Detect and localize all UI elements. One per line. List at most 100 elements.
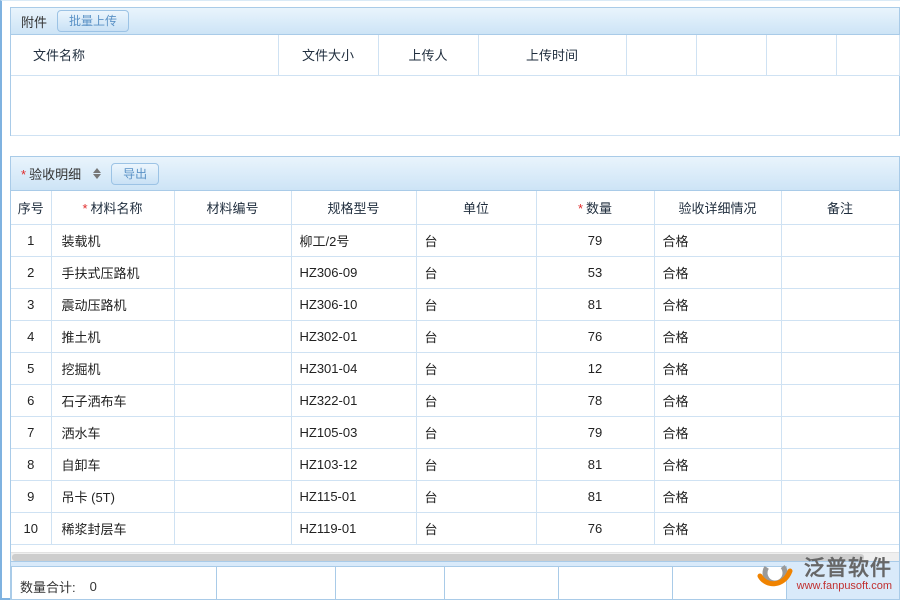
attachment-column-header: 文件大小 (278, 35, 378, 75)
sort-up-icon (93, 168, 101, 173)
cell-material-name: 装载机 (51, 224, 174, 256)
cell-spec-model: HZ302-01 (291, 320, 416, 352)
cell-material-code (174, 256, 291, 288)
table-row[interactable]: 6石子洒布车HZ322-01台78合格 (11, 384, 899, 416)
export-button[interactable]: 导出 (111, 163, 159, 185)
summary-empty-cell (444, 566, 559, 600)
cell-material-code (174, 224, 291, 256)
column-header: *数量 (536, 191, 654, 224)
cell-unit: 台 (416, 256, 536, 288)
cell-quantity: 53 (536, 256, 654, 288)
scrollbar-thumb[interactable] (12, 554, 864, 561)
batch-upload-button[interactable]: 批量上传 (57, 10, 129, 32)
cell-unit: 台 (416, 288, 536, 320)
cell-spec-model: HZ105-03 (291, 416, 416, 448)
column-header: 材料编号 (174, 191, 291, 224)
cell-material-name: 吊卡 (5T) (51, 480, 174, 512)
cell-spec-model: HZ301-04 (291, 352, 416, 384)
attachment-table: 文件名称文件大小上传人上传时间 (11, 35, 900, 136)
attachment-column-empty (836, 35, 899, 75)
cell-remark (781, 256, 899, 288)
attachment-column-header: 文件名称 (11, 35, 278, 75)
cell-spec-model: HZ119-01 (291, 512, 416, 544)
cell-material-name: 震动压路机 (51, 288, 174, 320)
table-row[interactable]: 5挖掘机HZ301-04台12合格 (11, 352, 899, 384)
cell-quantity: 79 (536, 224, 654, 256)
acceptance-panel: *验收明细 导出 序号*材料名称材料编号规格型号单位*数量验收详细情况备注 1装… (10, 156, 900, 600)
cell-remark (781, 448, 899, 480)
cell-material-code (174, 416, 291, 448)
cell-acceptance-detail: 合格 (654, 288, 781, 320)
cell-quantity: 76 (536, 512, 654, 544)
cell-material-code (174, 288, 291, 320)
column-header: 序号 (11, 191, 51, 224)
table-row[interactable]: 8自卸车HZ103-12台81合格 (11, 448, 899, 480)
quantity-total-label: 数量合计: (20, 577, 76, 596)
table-row[interactable]: 3震动压路机HZ306-10台81合格 (11, 288, 899, 320)
column-header: 单位 (416, 191, 536, 224)
cell-material-name: 洒水车 (51, 416, 174, 448)
cell-unit: 台 (416, 480, 536, 512)
attachment-empty-body (11, 75, 899, 135)
cell-quantity: 81 (536, 480, 654, 512)
table-row[interactable]: 7洒水车HZ105-03台79合格 (11, 416, 899, 448)
acceptance-title: *验收明细 (21, 164, 81, 183)
cell-acceptance-detail: 合格 (654, 512, 781, 544)
attachment-column-empty (626, 35, 696, 75)
attachment-empty-row (11, 75, 899, 135)
table-row[interactable]: 4推土机HZ302-01台76合格 (11, 320, 899, 352)
cell-acceptance-detail: 合格 (654, 480, 781, 512)
cell-quantity: 78 (536, 384, 654, 416)
attachment-column-empty (696, 35, 766, 75)
cell-unit: 台 (416, 320, 536, 352)
attachment-column-header: 上传人 (378, 35, 478, 75)
cell-no: 8 (11, 448, 51, 480)
cell-spec-model: HZ306-10 (291, 288, 416, 320)
cell-no: 7 (11, 416, 51, 448)
attachment-panel-header: 附件 批量上传 (11, 8, 899, 35)
cell-unit: 台 (416, 416, 536, 448)
cell-no: 2 (11, 256, 51, 288)
cell-quantity: 81 (536, 448, 654, 480)
cell-acceptance-detail: 合格 (654, 320, 781, 352)
cell-unit: 台 (416, 384, 536, 416)
cell-remark (781, 288, 899, 320)
acceptance-header-row: 序号*材料名称材料编号规格型号单位*数量验收详细情况备注 (11, 191, 899, 224)
attachment-column-header: 上传时间 (478, 35, 626, 75)
cell-spec-model: HZ115-01 (291, 480, 416, 512)
attachment-title: 附件 (21, 12, 47, 31)
required-asterisk: * (21, 167, 26, 182)
cell-no: 9 (11, 480, 51, 512)
cell-material-name: 石子洒布车 (51, 384, 174, 416)
acceptance-title-text: 验收明细 (29, 167, 81, 182)
column-header: 备注 (781, 191, 899, 224)
cell-no: 6 (11, 384, 51, 416)
cell-quantity: 79 (536, 416, 654, 448)
cell-spec-model: HZ322-01 (291, 384, 416, 416)
attachment-panel: 附件 批量上传 文件名称文件大小上传人上传时间 (10, 7, 900, 136)
summary-empty-cell (335, 566, 445, 600)
cell-spec-model: HZ306-09 (291, 256, 416, 288)
cell-material-code (174, 512, 291, 544)
watermark-url: www.fanpusoft.com (797, 580, 892, 592)
cell-quantity: 12 (536, 352, 654, 384)
cell-quantity: 81 (536, 288, 654, 320)
table-row[interactable]: 1装载机柳工/2号台79合格 (11, 224, 899, 256)
table-row[interactable]: 2手扶式压路机HZ306-09台53合格 (11, 256, 899, 288)
cell-unit: 台 (416, 352, 536, 384)
table-row[interactable]: 10稀浆封层车HZ119-01台76合格 (11, 512, 899, 544)
sort-icon[interactable] (93, 168, 101, 179)
table-row[interactable]: 9吊卡 (5T) HZ115-01台81合格 (11, 480, 899, 512)
acceptance-panel-header: *验收明细 导出 (11, 157, 899, 191)
cell-material-name: 手扶式压路机 (51, 256, 174, 288)
cell-material-name: 稀浆封层车 (51, 512, 174, 544)
cell-material-code (174, 320, 291, 352)
cell-material-name: 推土机 (51, 320, 174, 352)
cell-remark (781, 320, 899, 352)
cell-unit: 台 (416, 512, 536, 544)
column-header: *材料名称 (51, 191, 174, 224)
required-asterisk: * (82, 201, 87, 216)
quantity-total-cell: 数量合计: 0 (11, 566, 217, 600)
watermark-brand: 泛普软件 (804, 557, 892, 580)
cell-material-code (174, 384, 291, 416)
